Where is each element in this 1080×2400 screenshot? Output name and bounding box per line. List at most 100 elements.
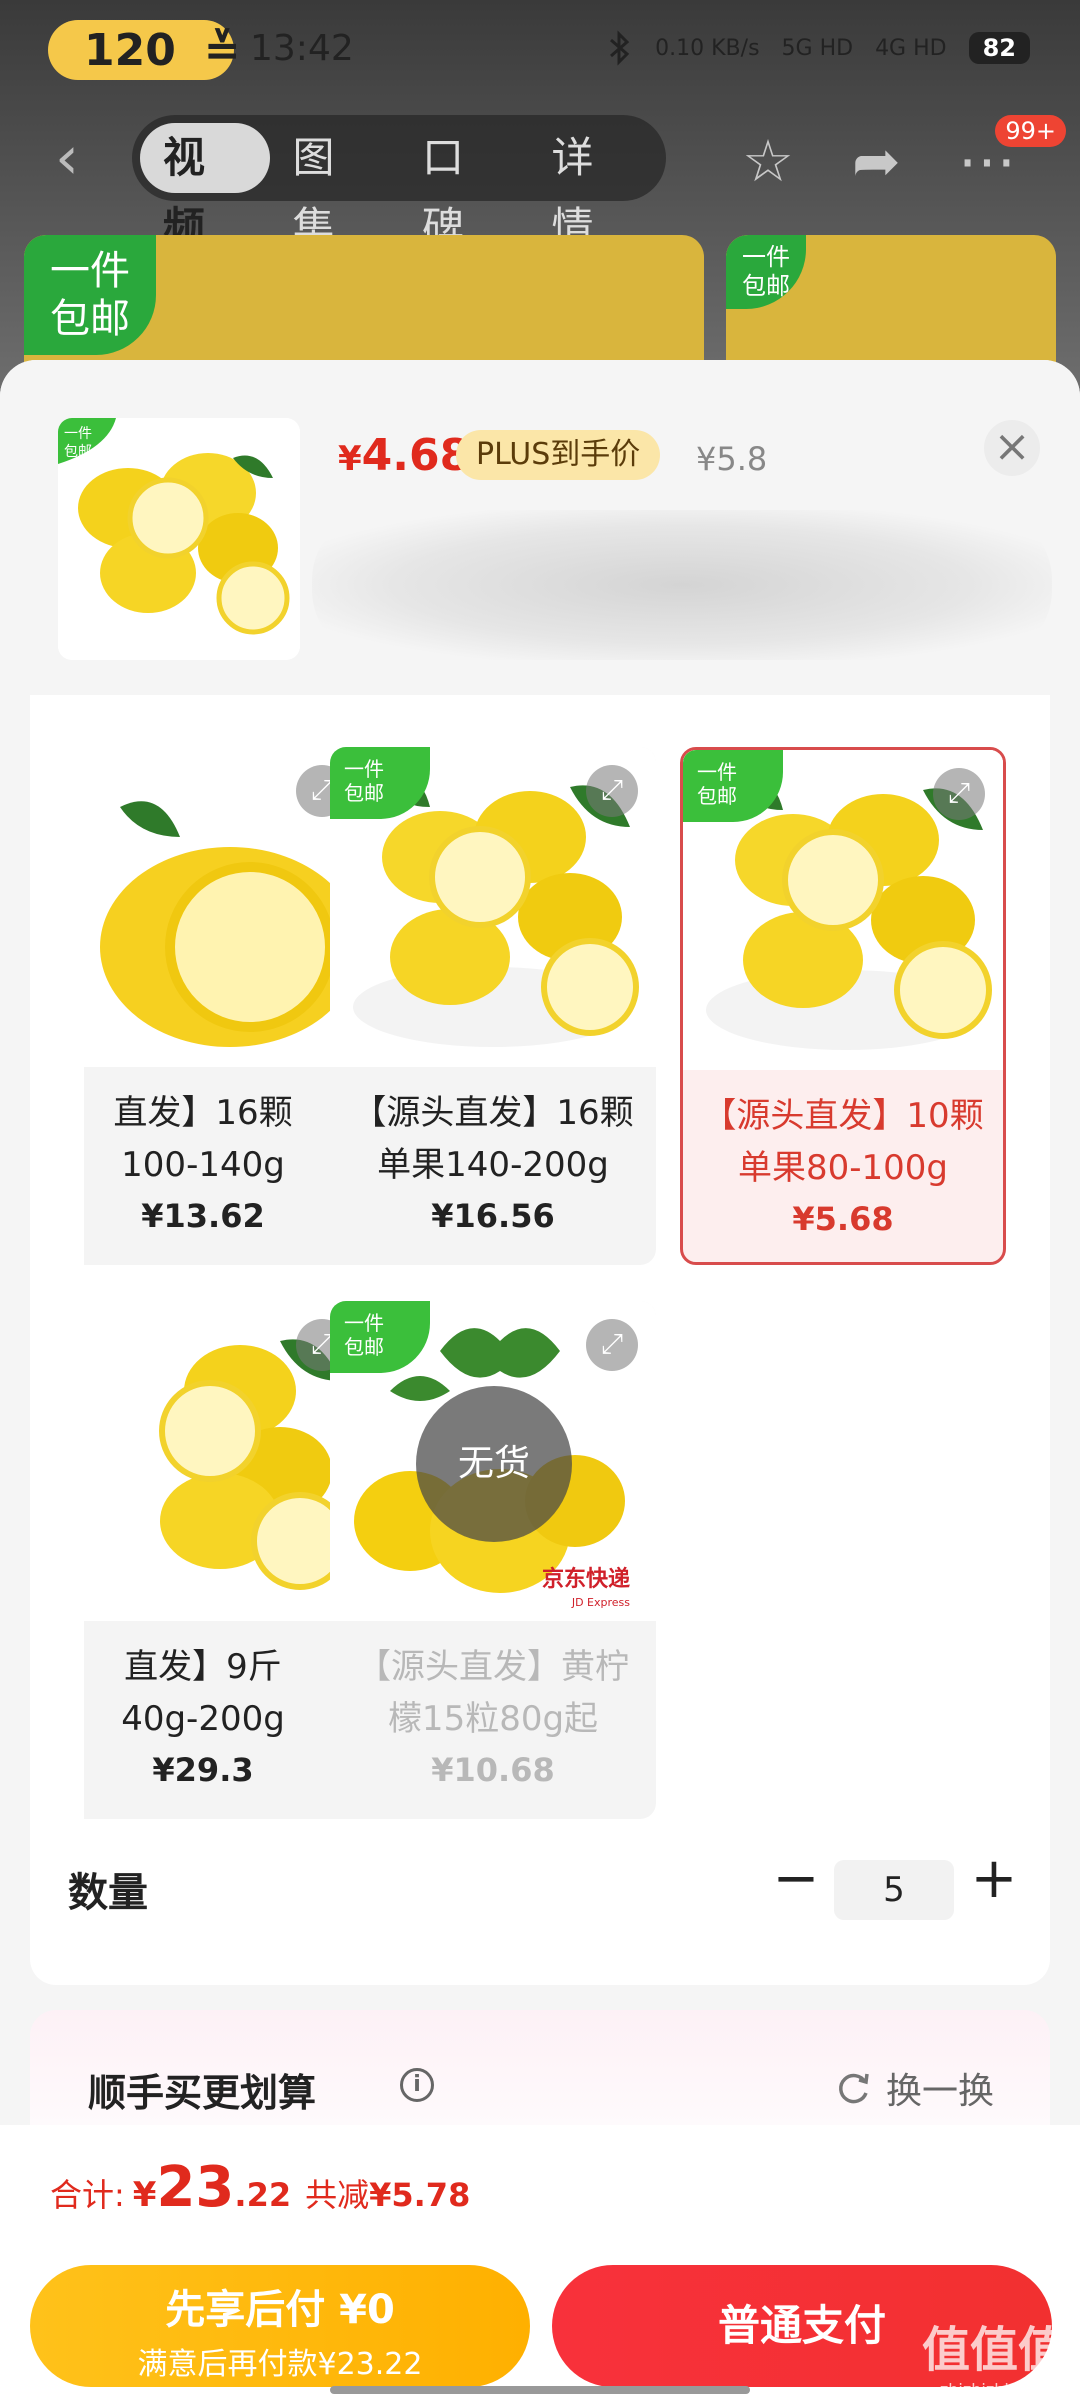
refresh-rate-value: 120 [84,24,176,76]
refresh-icon [839,2073,869,2104]
option-name-line: 直发】16颗 [113,1093,293,1133]
total-integer: 23 [156,2155,235,2220]
pay-later-button[interactable]: 先享后付 ¥0 满意后再付款¥23.22 [30,2265,530,2387]
tag-line: 包邮 [50,296,130,342]
notification-badge: 99+ [995,115,1066,147]
free-shipping-tag: 一件 包邮 [24,235,156,355]
info-icon[interactable]: i [400,2068,434,2102]
option-image: 一件 包邮 ⤢ [683,750,1003,1070]
option-price: ¥16.56 [431,1197,555,1235]
tag-line: 一件 [344,757,384,781]
bluetooth-icon [610,30,630,66]
speed-icon: ≚ [203,24,241,76]
signal-4g: 4G HD [875,35,947,61]
pay-later-title: 先享后付 ¥0 [165,2287,395,2333]
tag-line: 包邮 [742,271,790,300]
background-page: 120 ≚ 13:42 0.10 KB/s 5G HD 4G HD 82 ‹ 视… [0,0,1080,400]
option-image: 一件 包邮 ⤢ [330,747,656,1067]
free-shipping-tag: 一件 包邮 [726,235,806,309]
star-icon[interactable]: ☆ [742,127,794,195]
close-button[interactable]: × [984,420,1040,476]
tab-reviews[interactable]: 口碑 [399,123,529,252]
option-name-line: 【源头直发】10颗 [702,1096,984,1136]
quantity-label: 数量 [68,1870,148,1916]
option-name-line: 直发】9斤 [124,1647,282,1687]
total-currency: ¥ [132,2175,157,2215]
total-summary: 合计: ¥ 23 .22 共减 ¥5.78 [50,2155,470,2220]
share-icon[interactable]: ➦ [852,127,901,195]
tag-line: 包邮 [344,1335,384,1359]
option-price: ¥13.62 [141,1197,265,1235]
tag-line: 包邮 [64,444,92,460]
tab-video[interactable]: 视频 [140,123,270,252]
option-name: 【源头直发】16颗 单果140-200g [330,1087,656,1191]
option-price: ¥29.3 [152,1751,254,1789]
total-decimal: .22 [234,2176,292,2214]
quantity-increase-button[interactable]: + [970,1846,1018,1911]
tag-line: 包邮 [697,784,737,808]
blurred-product-title [312,510,1052,660]
options-panel: ⤢ 直发】16颗 100-140g ¥13.62 一件 包邮 ⤢ 【源头直发】1… [30,695,1050,1985]
site-watermark: 值值值 zhizhizhi.com [922,2310,1066,2399]
expand-icon[interactable]: ⤢ [586,1319,638,1371]
media-tabs: 视频 图集 口碑 详情 [132,115,666,252]
sku-option[interactable]: 一件 包邮 ⤢ 【源头直发】16颗 单果140-200g ¥16.56 [330,747,656,1265]
sku-option-selected[interactable]: 一件 包邮 ⤢ 【源头直发】10颗 单果80-100g ¥5.68 [680,747,1006,1265]
sku-option[interactable]: ⤢ 直发】16颗 100-140g ¥13.62 [84,747,366,1265]
discount-value: ¥5.78 [369,2176,471,2214]
refresh-button[interactable]: 换一换 [834,2062,994,2114]
currency-symbol: ¥ [338,439,362,479]
tag-line: 一件 [344,1311,384,1335]
option-name-line: 100-140g [121,1145,285,1185]
tag-line: 一件 [697,760,737,784]
watermark-logo-text: 值值值 [921,2322,1066,2378]
option-name: 直发】16颗 100-140g [84,1087,366,1191]
home-indicator[interactable] [330,2386,750,2394]
option-name-line: 【源头直发】黄柠 [357,1647,629,1687]
price-value: 4.68 [361,430,471,481]
expand-icon[interactable]: ⤢ [586,765,638,817]
tab-details[interactable]: 详情 [529,123,659,252]
option-name: 【源头直发】黄柠 檬15粒80g起 [330,1641,656,1745]
addon-title: 顺手买更划算 [88,2071,317,2115]
net-speed: 0.10 KB/s [655,35,760,61]
sku-option-soldout[interactable]: 京东快递 JD Express 一件 包邮 ⤢ 无货 【源头直发】黄柠 檬15粒… [330,1301,656,1819]
sold-out-overlay: 无货 [416,1386,572,1542]
selected-sku-thumbnail[interactable]: 一件 包邮 [58,418,300,660]
sku-option[interactable]: ⤢ 直发】9斤 40g-200g ¥29.3 [84,1301,366,1819]
checkout-footer: 合计: ¥ 23 .22 共减 ¥5.78 先享后付 ¥0 满意后再付款¥23.… [0,2125,1080,2400]
back-arrow-icon[interactable]: ‹ [55,128,95,188]
battery-indicator: 82 [968,32,1030,64]
option-name-line: 单果80-100g [737,1148,948,1188]
jd-express-label: 京东快递 [542,1566,630,1592]
total-label: 合计: [50,2176,125,2214]
discount-label: 共减 [305,2176,370,2214]
tag-line: 一件 [64,426,92,442]
option-image: ⤢ [84,747,366,1067]
lemon-image: 一件 包邮 [58,418,300,660]
status-icons: 0.10 KB/s 5G HD 4G HD 82 [607,30,1030,66]
status-time: 13:42 [250,28,354,69]
pay-later-subtitle: 满意后再付款¥23.22 [137,2347,423,2382]
option-name-line: 【源头直发】16颗 [352,1093,634,1133]
signal-5g: 5G HD [781,35,854,61]
option-name: 直发】9斤 40g-200g [84,1641,366,1745]
refresh-rate-pill: 120 ≚ [48,20,241,80]
jd-express-sub: JD Express [571,1596,630,1609]
current-price: ¥4.68 [338,430,470,481]
status-bar: 120 ≚ 13:42 0.10 KB/s 5G HD 4G HD 82 [0,0,1080,100]
expand-icon[interactable]: ⤢ [933,768,985,820]
plus-price-tag: PLUS到手价 [456,430,661,480]
options-grid: ⤢ 直发】16颗 100-140g ¥13.62 一件 包邮 ⤢ 【源头直发】1… [84,695,1080,1895]
option-name-line: 檬15粒80g起 [387,1699,599,1739]
watermark-url: zhizhizhi.com [939,2380,1049,2399]
original-price: ¥5.8 [696,440,768,478]
option-name: 【源头直发】10颗 单果80-100g [683,1090,1003,1194]
sheet-header: 一件 包邮 ¥4.68 PLUS到手价 ¥5.8 × [0,360,1080,695]
option-image: 京东快递 JD Express 一件 包邮 ⤢ 无货 [330,1301,656,1621]
option-image: ⤢ [84,1301,366,1621]
quantity-input[interactable]: 5 [834,1860,954,1920]
tab-gallery[interactable]: 图集 [270,123,400,252]
quantity-decrease-button[interactable]: − [772,1846,820,1911]
refresh-label: 换一换 [885,2071,994,2112]
